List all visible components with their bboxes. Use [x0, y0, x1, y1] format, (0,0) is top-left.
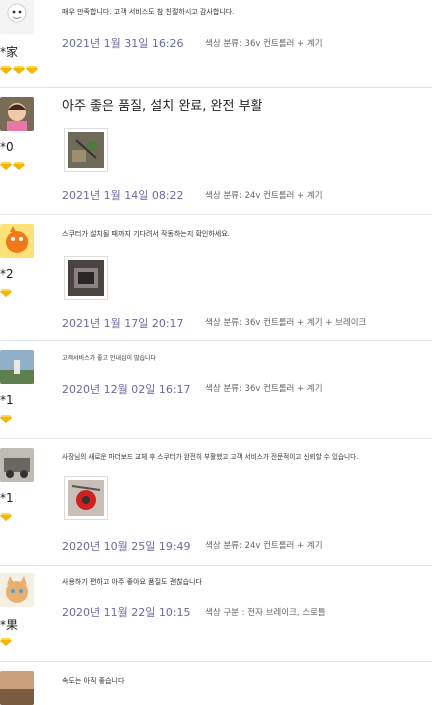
avatar[interactable]: [0, 97, 34, 131]
review-date: 2020년 11월 22일 10:15: [62, 606, 191, 619]
diamond-icon: [26, 66, 38, 74]
review-item: 속도는 아직 좋습니다: [0, 661, 432, 705]
review-date: 2021년 1월 31일 16:26: [62, 37, 184, 50]
review-date: 2021년 1월 17일 20:17: [62, 317, 184, 330]
avatar[interactable]: [0, 0, 34, 34]
user-rank: [0, 513, 12, 521]
review-text: 스쿠터가 설치될 때까지 기다려서 작동하는지 확인하세요.: [62, 230, 230, 238]
review-item: *家 매우 만족합니다. 고객 서비스도 참 친절하시고 감사합니다. 2021…: [0, 0, 432, 88]
review-date: 2021년 1월 14일 08:22: [62, 189, 184, 202]
diamond-icon: [0, 513, 12, 521]
review-text: 사용하기 편하고 아주 좋아요 품질도 괜찮습니다: [62, 578, 202, 586]
color-category: 색상 분류: 36v 컨트롤러 + 계기: [205, 384, 323, 394]
review-text: 사장님의 새로운 마더보드 교체 후 스쿠터가 완전히 부활했고 고객 서비스가…: [62, 453, 359, 461]
avatar[interactable]: [0, 224, 34, 258]
user-rank: [0, 162, 25, 170]
avatar[interactable]: [0, 448, 34, 482]
diamond-icon: [13, 66, 25, 74]
review-item: *1 고객서비스가 좋고 안내심이 많습니다 2020년 12월 02일 16:…: [0, 340, 432, 439]
color-category: 색상 구분 : 전자 브레이크, 스로틀: [205, 608, 326, 618]
diamond-icon: [0, 415, 12, 423]
username: *1: [0, 491, 14, 505]
review-text: 매우 만족합니다. 고객 서비스도 참 친절하시고 감사합니다.: [62, 8, 235, 16]
review-date: 2020년 12월 02일 16:17: [62, 383, 191, 396]
review-date: 2020년 10월 25일 19:49: [62, 540, 191, 553]
username: *2: [0, 267, 14, 281]
color-category: 색상 분류: 24v 컨트롤러 + 계기: [205, 541, 323, 551]
username: *0: [0, 140, 14, 154]
user-rank: [0, 66, 38, 74]
color-category: 색상 분류: 36v 컨트롤러 + 계기: [205, 39, 323, 49]
user-rank: [0, 289, 12, 297]
review-item: *2 스쿠터가 설치될 때까지 기다려서 작동하는지 확인하세요. 2021년 …: [0, 214, 432, 341]
review-item: *0 아주 좋은 품질, 설치 완료, 완전 부활 2021년 1월 14일 0…: [0, 87, 432, 215]
review-photo[interactable]: [64, 256, 108, 300]
review-text: 아주 좋은 품질, 설치 완료, 완전 부활: [62, 99, 263, 114]
review-photo[interactable]: [64, 128, 108, 172]
diamond-icon: [13, 162, 25, 170]
review-text: 고객서비스가 좋고 안내심이 많습니다: [62, 355, 157, 362]
review-photo[interactable]: [64, 476, 108, 520]
avatar[interactable]: [0, 350, 34, 384]
diamond-icon: [0, 289, 12, 297]
username: *家: [0, 45, 19, 59]
color-category: 색상 분류: 36v 컨트롤러 + 계기 + 브레이크: [205, 318, 367, 328]
avatar[interactable]: [0, 671, 34, 705]
avatar[interactable]: [0, 573, 34, 607]
user-rank: [0, 638, 12, 646]
diamond-icon: [0, 66, 12, 74]
diamond-icon: [0, 162, 12, 170]
username: *果: [0, 618, 19, 632]
diamond-icon: [0, 638, 12, 646]
user-rank: [0, 415, 12, 423]
review-text: 속도는 아직 좋습니다: [62, 677, 125, 685]
review-item: *果 사용하기 편하고 아주 좋아요 품질도 괜찮습니다 2020년 11월 2…: [0, 565, 432, 662]
color-category: 색상 분류: 24v 컨트롤러 + 계기: [205, 191, 323, 201]
username: *1: [0, 393, 14, 407]
review-item: *1 사장님의 새로운 마더보드 교체 후 스쿠터가 완전히 부활했고 고객 서…: [0, 438, 432, 566]
